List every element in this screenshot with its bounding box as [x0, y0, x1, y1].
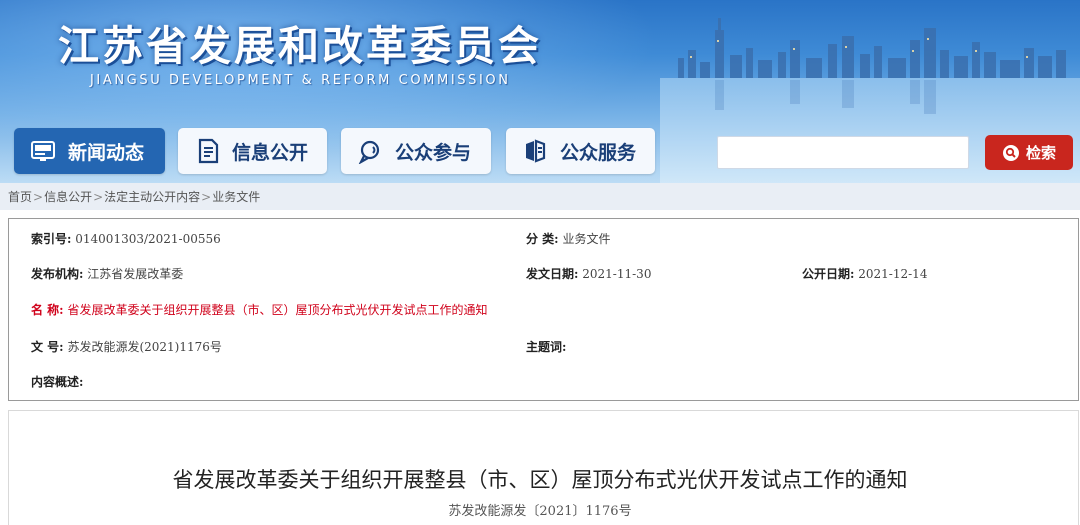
document-info-panel: 索引号: 014001303/2021-00556 分 类: 业务文件 发布机构… [8, 218, 1079, 401]
issue-date-value: 2021-11-30 [582, 267, 652, 281]
breadcrumb-info-disclosure[interactable]: 信息公开 [44, 188, 92, 205]
index-number-label: 索引号: [31, 232, 72, 246]
keywords-label: 主题词: [526, 340, 567, 354]
article-doc-number: 苏发改能源发〔2021〕1176号 [448, 504, 632, 519]
search-button-label: 检索 [1025, 144, 1056, 162]
nav-item-label: 信息公开 [232, 141, 309, 164]
nav-item-label: 新闻动态 [68, 141, 145, 164]
breadcrumb-separator: > [93, 189, 104, 204]
document-number-field: 文 号: 苏发改能源发(2021)1176号 [31, 338, 222, 355]
chat-icon [357, 138, 385, 164]
summary-label: 内容概述: [31, 375, 84, 389]
site-subtitle: JIANGSU DEVELOPMENT & REFORM COMMISSION [90, 73, 511, 88]
document-number-label: 文 号: [31, 340, 64, 354]
newspaper-icon [30, 138, 58, 164]
breadcrumb-statutory-content[interactable]: 法定主动公开内容 [104, 188, 200, 205]
nav-item-public-participation[interactable]: 公众参与 [341, 128, 491, 174]
document-icon [194, 138, 222, 164]
keywords-field: 主题词: [526, 338, 566, 355]
breadcrumb-separator: > [33, 189, 44, 204]
publisher-value: 江苏省发展改革委 [87, 267, 184, 281]
breadcrumb-business-documents[interactable]: 业务文件 [212, 188, 260, 205]
category-value: 业务文件 [562, 232, 611, 246]
publisher-field: 发布机构: 江苏省发展改革委 [31, 265, 183, 282]
document-number-value: 苏发改能源发(2021)1176号 [67, 340, 222, 354]
article-title: 省发展改革委关于组织开展整县（市、区）屋顶分布式光伏开发试点工作的通知 [172, 468, 908, 492]
nav-item-info-disclosure[interactable]: 信息公开 [178, 128, 327, 174]
publish-date-label: 公开日期: [802, 267, 855, 281]
breadcrumb-separator: > [201, 189, 212, 204]
breadcrumb-home[interactable]: 首页 [8, 188, 32, 205]
category-field: 分 类: 业务文件 [526, 230, 610, 247]
issue-date-field: 发文日期: 2021-11-30 [526, 265, 651, 282]
publisher-label: 发布机构: [31, 267, 84, 281]
document-name-label: 名 称: [31, 303, 64, 317]
index-number-field: 索引号: 014001303/2021-00556 [31, 230, 221, 247]
nav-item-news[interactable]: 新闻动态 [14, 128, 165, 174]
nav-item-label: 公众服务 [560, 141, 637, 164]
nav-item-label: 公众参与 [395, 141, 472, 164]
publish-date-value: 2021-12-14 [858, 267, 928, 281]
search-input[interactable] [717, 136, 969, 169]
summary-field: 内容概述: [31, 373, 83, 390]
category-label: 分 类: [526, 232, 559, 246]
service-icon [522, 138, 550, 164]
publish-date-field: 公开日期: 2021-12-14 [802, 265, 927, 282]
document-name-field: 名 称: 省发展改革委关于组织开展整县（市、区）屋顶分布式光伏开发试点工作的通知 [31, 301, 487, 318]
search-icon [1002, 144, 1020, 162]
document-name-value: 省发展改革委关于组织开展整县（市、区）屋顶分布式光伏开发试点工作的通知 [67, 303, 488, 317]
search-button[interactable]: 检索 [985, 135, 1073, 170]
breadcrumb: 首页 > 信息公开 > 法定主动公开内容 > 业务文件 [0, 183, 1080, 210]
nav-item-public-service[interactable]: 公众服务 [506, 128, 655, 174]
site-title: 江苏省发展和改革委员会 [58, 22, 542, 70]
issue-date-label: 发文日期: [526, 267, 579, 281]
index-number-value: 014001303/2021-00556 [75, 232, 221, 246]
